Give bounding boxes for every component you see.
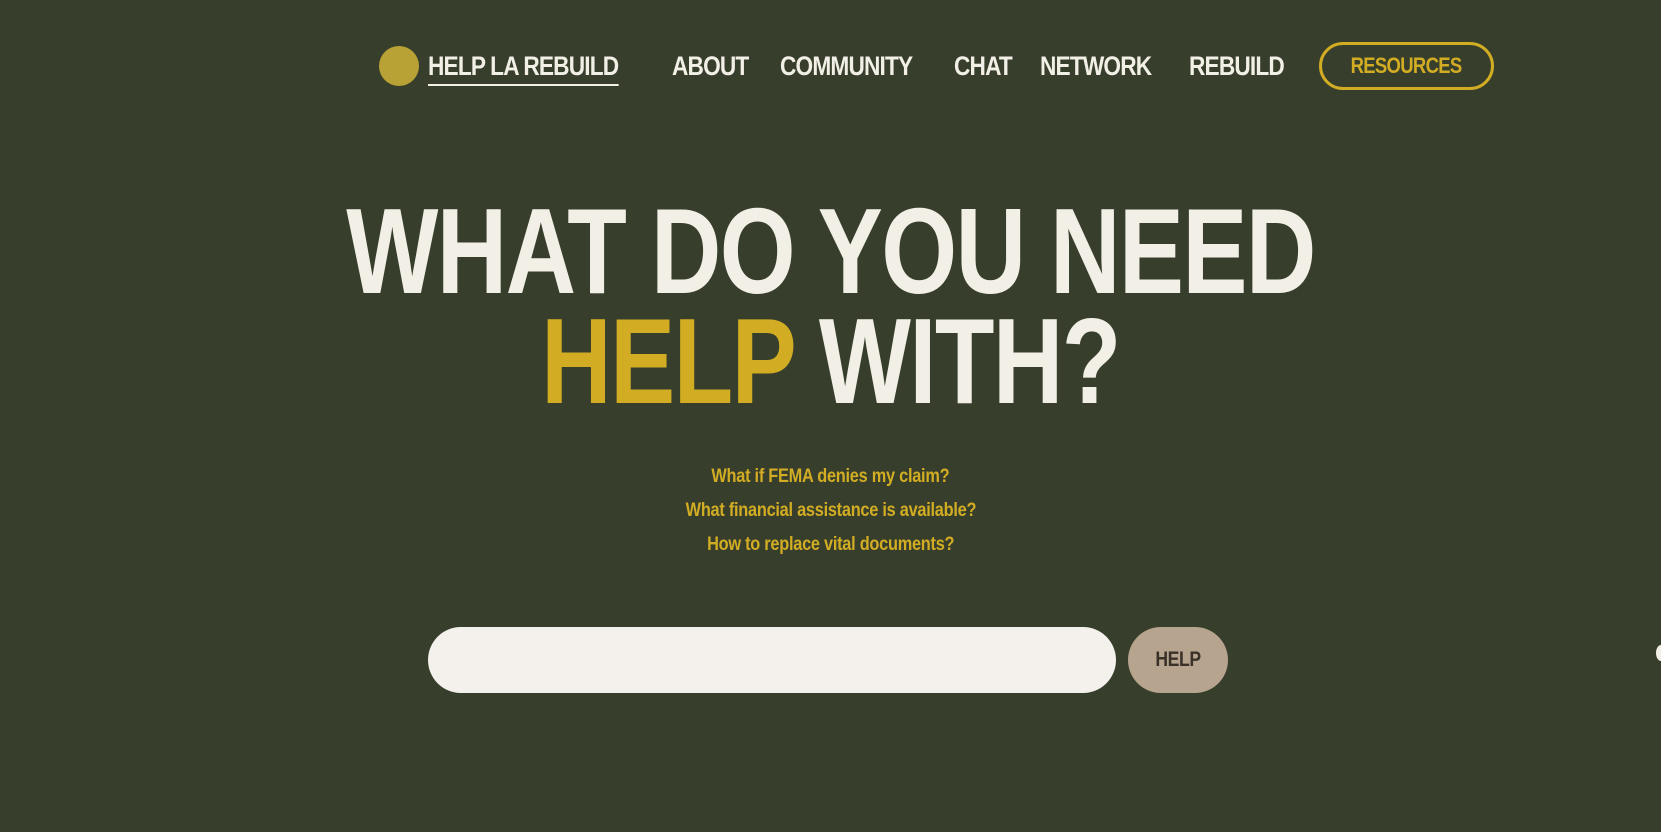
page: HELP LA REBUILD ABOUT COMMUNITY CHAT NET…: [0, 0, 1661, 832]
suggested-questions: What if FEMA denies my claim? What finan…: [0, 460, 1661, 562]
suggestion-text: What if FEMA denies my claim?: [711, 466, 950, 487]
search-row: HELP: [428, 627, 1228, 693]
main-nav: HELP LA REBUILD ABOUT COMMUNITY CHAT NET…: [379, 40, 1494, 92]
nav-link-network[interactable]: NETWORK: [1040, 52, 1152, 80]
suggestion-text: What financial assistance is available?: [685, 500, 976, 521]
resources-button[interactable]: RESOURCES: [1319, 42, 1494, 90]
hero-line-2: HELP WITH?: [166, 300, 1495, 422]
nav-link-community[interactable]: COMMUNITY: [780, 52, 913, 80]
hero-line-1: WHAT DO YOU NEED: [346, 183, 1316, 319]
suggestion-vital-documents[interactable]: How to replace vital documents?: [0, 528, 1661, 562]
suggestion-fema-claim[interactable]: What if FEMA denies my claim?: [0, 460, 1661, 494]
hero-headline: WHAT DO YOU NEED HELP WITH?: [0, 183, 1661, 422]
nav-home-link[interactable]: HELP LA REBUILD: [428, 52, 619, 86]
nav-link-chat[interactable]: CHAT: [954, 52, 1013, 80]
hero-line-2-rest: WITH?: [793, 293, 1122, 429]
nav-link-rebuild[interactable]: REBUILD: [1189, 52, 1285, 80]
edge-dot: [1656, 645, 1661, 661]
hero-accent-word: HELP: [541, 293, 795, 429]
suggestion-text: How to replace vital documents?: [706, 534, 955, 555]
help-button-label: HELP: [1155, 648, 1201, 671]
suggestion-financial-assistance[interactable]: What financial assistance is available?: [0, 494, 1661, 528]
nav-link-about[interactable]: ABOUT: [672, 52, 749, 80]
logo-circle-icon[interactable]: [379, 46, 419, 86]
resources-button-label: RESOURCES: [1351, 53, 1463, 78]
help-search-input[interactable]: [428, 627, 1116, 693]
help-submit-button[interactable]: HELP: [1128, 627, 1228, 693]
